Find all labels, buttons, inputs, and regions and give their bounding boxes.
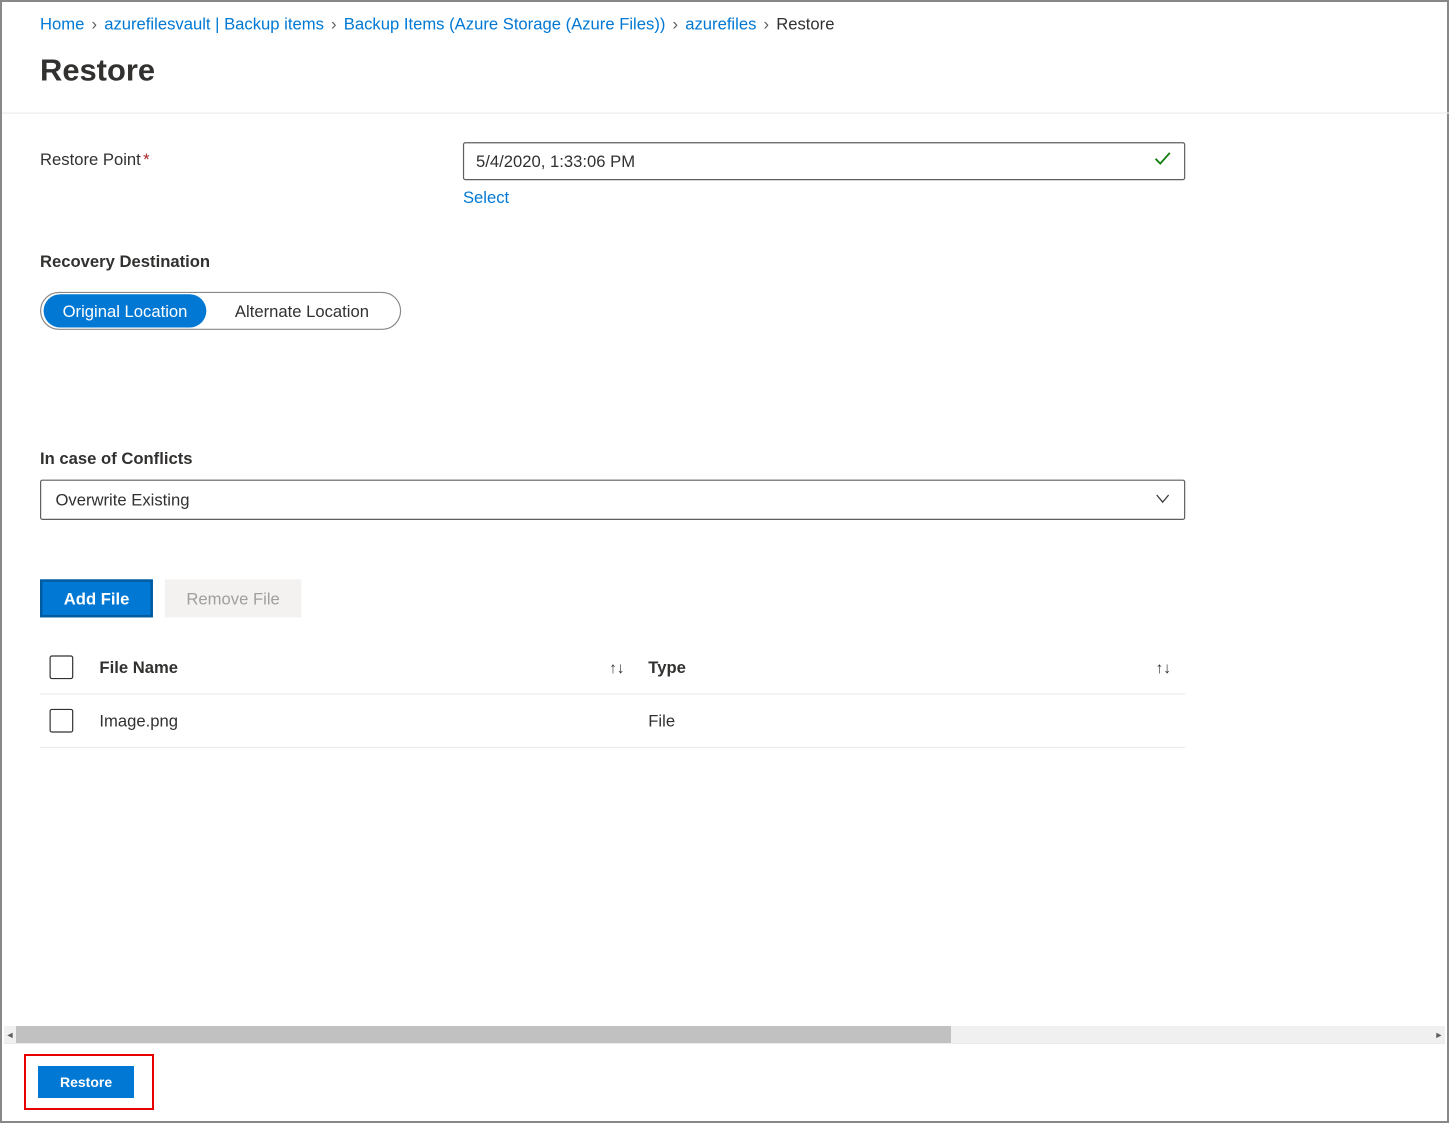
page-title: Restore xyxy=(40,52,1413,89)
sort-icon[interactable]: ↑↓ xyxy=(1156,658,1171,676)
column-file-name[interactable]: File Name xyxy=(99,658,178,677)
chevron-right-icon: › xyxy=(331,14,337,33)
table-header: File Name ↑↓ Type ↑↓ xyxy=(40,644,1185,695)
breadcrumb-current: Restore xyxy=(776,14,834,33)
table-row[interactable]: Image.png File xyxy=(40,695,1185,748)
restore-button[interactable]: Restore xyxy=(38,1066,134,1098)
breadcrumb-home[interactable]: Home xyxy=(40,14,84,33)
add-file-button[interactable]: Add File xyxy=(40,579,153,617)
breadcrumb-backup-items[interactable]: Backup Items (Azure Storage (Azure Files… xyxy=(344,14,666,33)
toggle-original-location[interactable]: Original Location xyxy=(44,294,207,327)
highlight-annotation: Restore xyxy=(24,1054,154,1110)
restore-point-value: 5/4/2020, 1:33:06 PM xyxy=(476,152,1153,171)
file-table: File Name ↑↓ Type ↑↓ Image.png File xyxy=(40,644,1185,749)
conflicts-value: Overwrite Existing xyxy=(55,490,189,509)
scroll-left-arrow-icon[interactable]: ◄ xyxy=(4,1026,16,1043)
chevron-right-icon: › xyxy=(764,14,770,33)
file-name-cell: Image.png xyxy=(99,711,178,730)
breadcrumb-azurefiles[interactable]: azurefiles xyxy=(685,14,756,33)
required-indicator: * xyxy=(143,149,149,168)
restore-point-input[interactable]: 5/4/2020, 1:33:06 PM xyxy=(463,142,1185,180)
title-bar: Restore xyxy=(2,42,1449,113)
breadcrumb-vault[interactable]: azurefilesvault | Backup items xyxy=(104,14,324,33)
toggle-alternate-location[interactable]: Alternate Location xyxy=(216,294,388,327)
conflicts-label: In case of Conflicts xyxy=(40,449,1413,468)
chevron-right-icon: › xyxy=(92,14,98,33)
column-type[interactable]: Type xyxy=(648,658,686,677)
chevron-right-icon: › xyxy=(673,14,679,33)
horizontal-scrollbar[interactable]: ◄ ► xyxy=(4,1026,1445,1043)
location-toggle: Original Location Alternate Location xyxy=(40,292,401,330)
checkmark-icon xyxy=(1153,149,1172,174)
select-all-checkbox[interactable] xyxy=(50,655,74,679)
scroll-thumb[interactable] xyxy=(16,1026,951,1043)
breadcrumb: Home › azurefilesvault | Backup items › … xyxy=(2,2,1449,42)
select-link[interactable]: Select xyxy=(463,187,509,206)
recovery-destination-heading: Recovery Destination xyxy=(40,251,1413,270)
chevron-down-icon xyxy=(1156,491,1170,509)
scroll-right-arrow-icon[interactable]: ► xyxy=(1433,1026,1445,1043)
row-checkbox[interactable] xyxy=(50,709,74,733)
conflicts-select[interactable]: Overwrite Existing xyxy=(40,480,1185,520)
restore-point-label: Restore Point* xyxy=(40,142,463,168)
footer: Restore xyxy=(4,1043,1445,1119)
remove-file-button: Remove File xyxy=(165,579,301,617)
file-type-cell: File xyxy=(648,711,675,730)
sort-icon[interactable]: ↑↓ xyxy=(609,658,624,676)
